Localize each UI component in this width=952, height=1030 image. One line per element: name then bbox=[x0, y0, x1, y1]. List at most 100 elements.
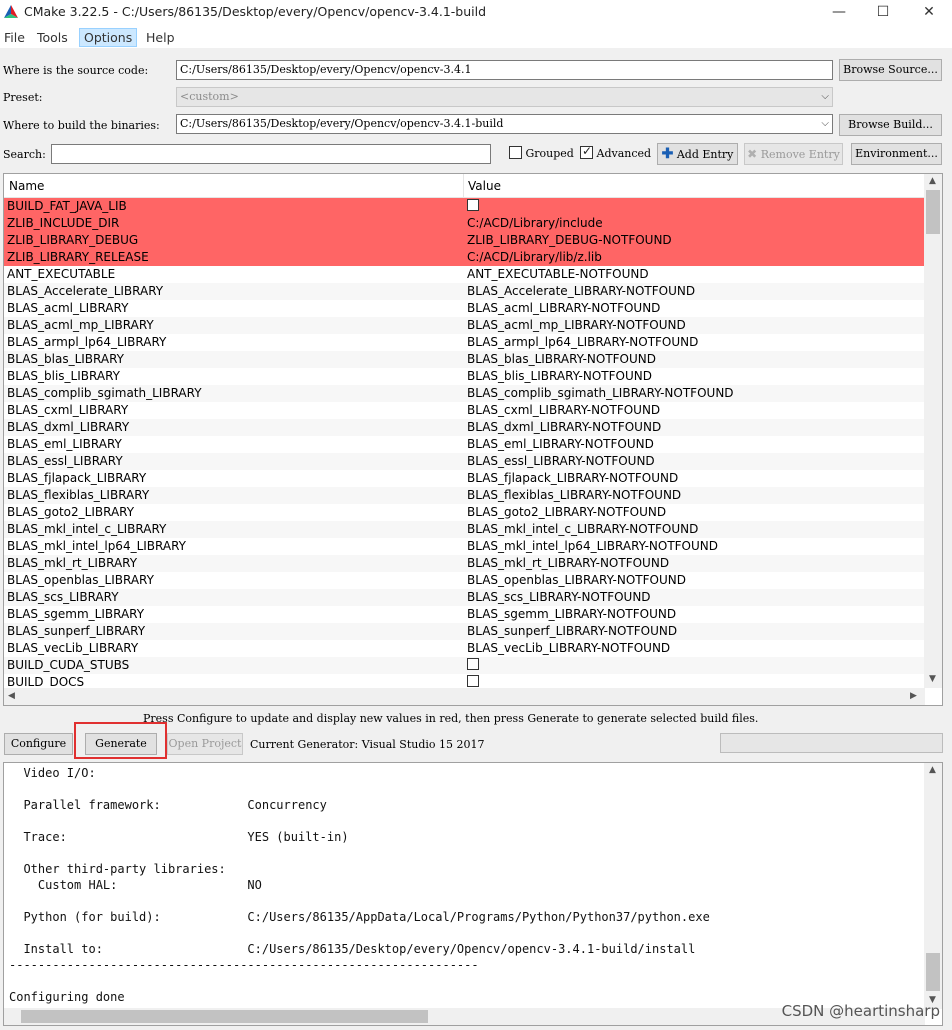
entry-name-cell[interactable]: BLAS_acml_LIBRARY bbox=[7, 300, 128, 317]
open-project-button[interactable]: Open Project bbox=[167, 733, 243, 755]
advanced-check-box[interactable] bbox=[580, 144, 593, 159]
entry-name-cell[interactable]: BLAS_mkl_rt_LIBRARY bbox=[7, 555, 137, 572]
table-row[interactable]: ZLIB_LIBRARY_DEBUG ZLIB_LIBRARY_DEBUG-NOT… bbox=[4, 232, 925, 249]
entry-value-cell[interactable]: C:/ACD/Library/lib/z.lib bbox=[467, 249, 602, 266]
search-input[interactable] bbox=[51, 144, 491, 164]
entry-name-cell[interactable]: ZLIB_INCLUDE_DIR bbox=[7, 215, 119, 232]
menu-options[interactable]: Options bbox=[79, 28, 138, 47]
table-row[interactable]: BLAS_goto2_LIBRARY BLAS_goto2_LIBRARY-NOT… bbox=[4, 504, 925, 521]
entry-name-cell[interactable]: BLAS_sgemm_LIBRARY bbox=[7, 606, 144, 623]
advanced-checkbox[interactable]: Advanced bbox=[580, 144, 651, 160]
scroll-up-icon[interactable]: ▲ bbox=[929, 765, 936, 775]
entry-checkbox[interactable] bbox=[467, 199, 479, 211]
entry-value-cell[interactable]: BLAS_mkl_rt_LIBRARY-NOTFOUND bbox=[467, 555, 669, 572]
entry-value-cell[interactable]: C:/ACD/Library/include bbox=[467, 215, 603, 232]
table-row[interactable]: BLAS_openblas_LIBRARY BLAS_openblas_LIBRA… bbox=[4, 572, 925, 589]
entry-value-cell[interactable]: BLAS_openblas_LIBRARY-NOTFOUND bbox=[467, 572, 686, 589]
table-row[interactable]: BLAS_flexiblas_LIBRARY BLAS_flexiblas_LIB… bbox=[4, 487, 925, 504]
entry-value-cell[interactable]: BLAS_complib_sgimath_LIBRARY-NOTFOUND bbox=[467, 385, 734, 402]
table-row[interactable]: BLAS_Accelerate_LIBRARY BLAS_Accelerate_L… bbox=[4, 283, 925, 300]
chevron-down-icon[interactable]: ⌵ bbox=[821, 117, 829, 131]
entry-checkbox[interactable] bbox=[467, 658, 479, 670]
output-vertical-scrollbar[interactable]: ▲ ▼ bbox=[924, 763, 942, 1009]
table-row[interactable]: BUILD_CUDA_STUBS bbox=[4, 657, 925, 674]
entry-value-cell[interactable]: BLAS_fjlapack_LIBRARY-NOTFOUND bbox=[467, 470, 678, 487]
close-icon[interactable]: ✕ bbox=[906, 0, 952, 26]
add-entry-button[interactable]: ✚ Add Entry bbox=[657, 143, 738, 165]
grouped-check-box[interactable] bbox=[509, 146, 522, 159]
value-column-header[interactable]: Value bbox=[468, 179, 501, 193]
remove-entry-button[interactable]: ✖ Remove Entry bbox=[744, 143, 843, 165]
scrollbar-thumb[interactable] bbox=[926, 190, 940, 234]
entry-name-cell[interactable]: BLAS_essl_LIBRARY bbox=[7, 453, 123, 470]
table-horizontal-scrollbar[interactable]: ◀ ▶ bbox=[4, 688, 925, 705]
table-row[interactable]: ZLIB_INCLUDE_DIR C:/ACD/Library/include bbox=[4, 215, 925, 232]
entry-value-cell[interactable]: BLAS_blis_LIBRARY-NOTFOUND bbox=[467, 368, 652, 385]
table-row[interactable]: BLAS_essl_LIBRARY BLAS_essl_LIBRARY-NOTFO… bbox=[4, 453, 925, 470]
entry-name-cell[interactable]: BUILD_FAT_JAVA_LIB bbox=[7, 198, 127, 215]
table-row[interactable]: BUILD_FAT_JAVA_LIB bbox=[4, 198, 925, 215]
column-divider[interactable] bbox=[463, 174, 464, 198]
menu-help[interactable]: Help bbox=[142, 29, 179, 46]
table-row[interactable]: ANT_EXECUTABLE ANT_EXECUTABLE-NOTFOUND bbox=[4, 266, 925, 283]
grouped-checkbox[interactable]: Grouped bbox=[509, 146, 574, 160]
entry-value-cell[interactable]: BLAS_cxml_LIBRARY-NOTFOUND bbox=[467, 402, 660, 419]
table-row[interactable]: BLAS_fjlapack_LIBRARY BLAS_fjlapack_LIBRA… bbox=[4, 470, 925, 487]
source-path-input[interactable]: C:/Users/86135/Desktop/every/Opencv/open… bbox=[176, 60, 833, 80]
cache-table[interactable]: Name Value BUILD_FAT_JAVA_LIB ZLIB_INCLUD… bbox=[3, 173, 943, 706]
entry-name-cell[interactable]: BLAS_Accelerate_LIBRARY bbox=[7, 283, 163, 300]
table-row[interactable]: BLAS_blas_LIBRARY BLAS_blas_LIBRARY-NOTFO… bbox=[4, 351, 925, 368]
entry-name-cell[interactable]: BLAS_eml_LIBRARY bbox=[7, 436, 122, 453]
entry-name-cell[interactable]: BLAS_complib_sgimath_LIBRARY bbox=[7, 385, 202, 402]
entry-name-cell[interactable]: BLAS_openblas_LIBRARY bbox=[7, 572, 154, 589]
entry-checkbox[interactable] bbox=[467, 675, 479, 687]
menu-tools[interactable]: Tools bbox=[33, 29, 72, 46]
scroll-up-icon[interactable]: ▲ bbox=[929, 176, 936, 186]
entry-value-cell[interactable]: BLAS_mkl_intel_lp64_LIBRARY-NOTFOUND bbox=[467, 538, 718, 555]
entry-value-cell[interactable]: ZLIB_LIBRARY_DEBUG-NOTFOUND bbox=[467, 232, 672, 249]
entry-name-cell[interactable]: BLAS_blas_LIBRARY bbox=[7, 351, 124, 368]
maximize-icon[interactable]: ☐ bbox=[860, 0, 906, 26]
minimize-icon[interactable]: — bbox=[816, 0, 862, 26]
entry-value-cell[interactable]: BLAS_flexiblas_LIBRARY-NOTFOUND bbox=[467, 487, 681, 504]
entry-name-cell[interactable]: BLAS_fjlapack_LIBRARY bbox=[7, 470, 146, 487]
table-row[interactable]: BLAS_vecLib_LIBRARY BLAS_vecLib_LIBRARY-N… bbox=[4, 640, 925, 657]
entry-value-cell[interactable]: ANT_EXECUTABLE-NOTFOUND bbox=[467, 266, 649, 283]
entry-value-cell[interactable]: BLAS_acml_LIBRARY-NOTFOUND bbox=[467, 300, 660, 317]
name-column-header[interactable]: Name bbox=[9, 179, 44, 193]
entry-name-cell[interactable]: BLAS_blis_LIBRARY bbox=[7, 368, 120, 385]
configure-button[interactable]: Configure bbox=[4, 733, 73, 755]
table-row[interactable]: BLAS_dxml_LIBRARY BLAS_dxml_LIBRARY-NOTFO… bbox=[4, 419, 925, 436]
scrollbar-thumb[interactable] bbox=[926, 953, 940, 991]
entry-value-cell[interactable]: BLAS_sunperf_LIBRARY-NOTFOUND bbox=[467, 623, 677, 640]
entry-name-cell[interactable]: BUILD_CUDA_STUBS bbox=[7, 657, 129, 674]
entry-value-cell[interactable] bbox=[467, 657, 479, 674]
entry-value-cell[interactable]: BLAS_armpl_lp64_LIBRARY-NOTFOUND bbox=[467, 334, 698, 351]
entry-value-cell[interactable]: BLAS_acml_mp_LIBRARY-NOTFOUND bbox=[467, 317, 686, 334]
table-row[interactable]: BLAS_cxml_LIBRARY BLAS_cxml_LIBRARY-NOTFO… bbox=[4, 402, 925, 419]
table-row[interactable]: BLAS_complib_sgimath_LIBRARY BLAS_complib… bbox=[4, 385, 925, 402]
table-row[interactable]: BLAS_acml_LIBRARY BLAS_acml_LIBRARY-NOTFO… bbox=[4, 300, 925, 317]
table-row[interactable]: BLAS_mkl_rt_LIBRARY BLAS_mkl_rt_LIBRARY-N… bbox=[4, 555, 925, 572]
scroll-down-icon[interactable]: ▼ bbox=[929, 674, 936, 684]
table-row[interactable]: BLAS_eml_LIBRARY BLAS_eml_LIBRARY-NOTFOUN… bbox=[4, 436, 925, 453]
menu-file[interactable]: File bbox=[0, 29, 29, 46]
entry-value-cell[interactable] bbox=[467, 198, 479, 215]
scroll-left-icon[interactable]: ◀ bbox=[8, 691, 15, 701]
table-row[interactable]: BLAS_mkl_intel_lp64_LIBRARY BLAS_mkl_inte… bbox=[4, 538, 925, 555]
entry-name-cell[interactable]: ZLIB_LIBRARY_DEBUG bbox=[7, 232, 138, 249]
entry-value-cell[interactable]: BLAS_blas_LIBRARY-NOTFOUND bbox=[467, 351, 656, 368]
entry-value-cell[interactable]: BLAS_sgemm_LIBRARY-NOTFOUND bbox=[467, 606, 676, 623]
entry-name-cell[interactable]: BLAS_dxml_LIBRARY bbox=[7, 419, 129, 436]
table-row[interactable]: BLAS_sgemm_LIBRARY BLAS_sgemm_LIBRARY-NOT… bbox=[4, 606, 925, 623]
entry-name-cell[interactable]: BLAS_acml_mp_LIBRARY bbox=[7, 317, 154, 334]
table-vertical-scrollbar[interactable]: ▲ ▼ bbox=[924, 174, 942, 688]
entry-value-cell[interactable]: BLAS_scs_LIBRARY-NOTFOUND bbox=[467, 589, 651, 606]
scroll-right-icon[interactable]: ▶ bbox=[910, 691, 917, 701]
table-row[interactable]: BLAS_blis_LIBRARY BLAS_blis_LIBRARY-NOTFO… bbox=[4, 368, 925, 385]
entry-value-cell[interactable]: BLAS_goto2_LIBRARY-NOTFOUND bbox=[467, 504, 666, 521]
entry-name-cell[interactable]: ZLIB_LIBRARY_RELEASE bbox=[7, 249, 149, 266]
table-row[interactable]: BLAS_acml_mp_LIBRARY BLAS_acml_mp_LIBRARY… bbox=[4, 317, 925, 334]
table-row[interactable]: ZLIB_LIBRARY_RELEASE C:/ACD/Library/lib/z… bbox=[4, 249, 925, 266]
environment-button[interactable]: Environment... bbox=[851, 143, 942, 165]
